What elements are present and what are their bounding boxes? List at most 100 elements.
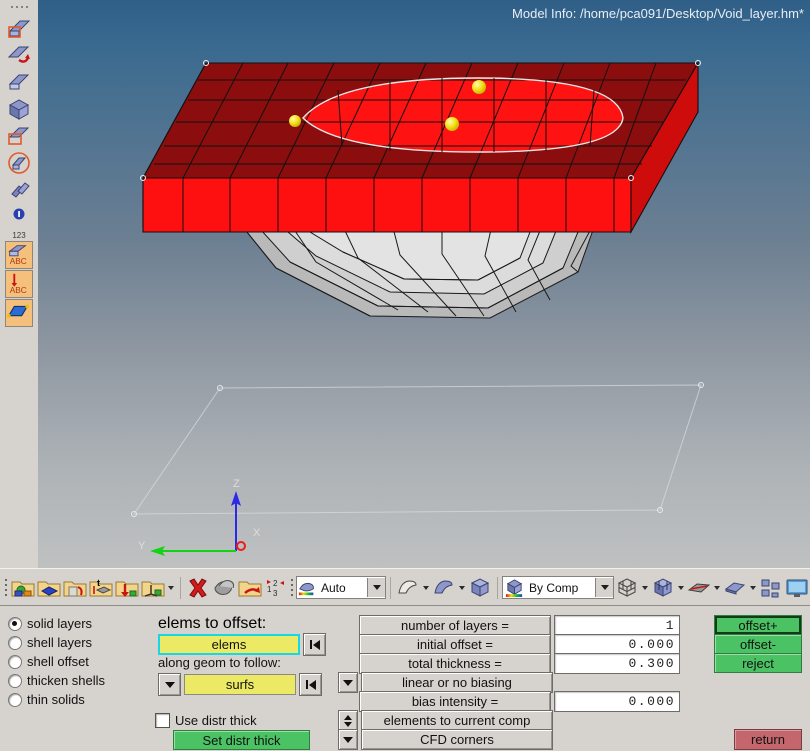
shrink-elements-icon[interactable]: [722, 575, 748, 601]
use-distr-thick-checkbox[interactable]: [155, 713, 170, 728]
radio-solid-layers[interactable]: solid layers: [8, 614, 148, 633]
cfd-corners-dropdown[interactable]: [338, 729, 358, 750]
mesh-abc-icon[interactable]: ABC: [5, 241, 33, 269]
elems-reset-button[interactable]: [303, 633, 326, 656]
shaded-cube-icon[interactable]: [650, 575, 676, 601]
feature-lines-icon[interactable]: [686, 575, 712, 601]
graphics-viewport[interactable]: Model Info: /home/pca091/Desktop/Void_la…: [38, 0, 810, 568]
svg-text:3: 3: [273, 589, 278, 598]
elems-selector[interactable]: elems: [158, 634, 300, 655]
model-3d-view[interactable]: Z Y X: [38, 0, 810, 568]
radio-thicken-shells[interactable]: thicken shells: [8, 671, 148, 690]
dest-comp-stepper[interactable]: [338, 710, 358, 731]
svg-text:t: t: [97, 578, 100, 588]
offset-mode-radiogroup: solid layers shell layers shell offset t…: [8, 614, 148, 709]
component-arrow-icon[interactable]: [114, 575, 140, 601]
svg-text:ABC: ABC: [10, 285, 27, 295]
geom-type-dropdown[interactable]: [158, 673, 181, 696]
offset-minus-button[interactable]: offset-: [714, 634, 802, 654]
radio-thin-solids-label: thin solids: [27, 692, 85, 707]
toolbar-grip-1[interactable]: [4, 576, 8, 600]
visualization-mode-arrow[interactable]: [367, 578, 385, 597]
dest-comp-label[interactable]: elements to current comp: [361, 710, 553, 731]
return-button[interactable]: return: [734, 729, 802, 750]
radio-shell-offset-label: shell offset: [27, 654, 89, 669]
component-icon[interactable]: [10, 575, 36, 601]
radio-thin-solids[interactable]: thin solids: [8, 690, 148, 709]
svg-text:X: X: [253, 527, 261, 539]
surface-icon[interactable]: [5, 299, 33, 327]
geom-reset-button[interactable]: [299, 673, 322, 696]
component-thickness-icon[interactable]: t: [88, 575, 114, 601]
toolbar-separator-3: [497, 576, 498, 599]
bias-mode-dropdown[interactable]: [338, 672, 358, 693]
surface-curved-dropdown[interactable]: [457, 576, 467, 600]
mesh-faces-icon[interactable]: [6, 69, 32, 95]
shaded-cube-dropdown[interactable]: [676, 576, 686, 600]
mesh-solid-icon[interactable]: [6, 96, 32, 122]
top-toolbar: t 2 3 1 Auto By Comp: [0, 568, 810, 606]
cfd-corners-row: CFD corners: [338, 729, 553, 750]
components-icon[interactable]: [758, 575, 784, 601]
geom-selector[interactable]: surfs: [184, 674, 296, 695]
info-number-icon[interactable]: [6, 204, 32, 230]
component-axis-icon[interactable]: [140, 575, 166, 601]
numbers-icon[interactable]: 2 3 1: [263, 575, 289, 601]
elems-selector-row: elems: [158, 633, 326, 656]
set-distr-thick-button[interactable]: Set distr thick: [173, 730, 310, 750]
bias-intensity-input[interactable]: 0.000: [554, 691, 680, 712]
mesh-select-icon[interactable]: [6, 123, 32, 149]
visualization-mode-combo[interactable]: Auto: [296, 576, 386, 599]
bias-mode-label[interactable]: linear or no biasing: [361, 672, 553, 693]
color-mode-arrow[interactable]: [595, 578, 613, 597]
reference-plane-wireframe: [133, 384, 702, 515]
initial-offset-input[interactable]: 0.000: [554, 634, 680, 655]
radio-thin-solids-dot: [8, 692, 22, 707]
use-distr-thick-label: Use distr thick: [175, 713, 257, 728]
shrink-elements-dropdown[interactable]: [748, 576, 758, 600]
svg-text:ABC: ABC: [10, 256, 27, 266]
surface-flat-icon[interactable]: [395, 575, 421, 601]
svg-text:Z: Z: [233, 478, 240, 490]
surface-flat-dropdown[interactable]: [421, 576, 431, 600]
radio-shell-offset-dot: [8, 654, 22, 669]
component-axis-dropdown[interactable]: [166, 576, 176, 600]
color-mode-icon: [503, 578, 525, 597]
offset-plus-button[interactable]: offset+: [714, 615, 802, 635]
feature-lines-dropdown[interactable]: [712, 576, 722, 600]
reject-button[interactable]: reject: [714, 653, 802, 673]
cfd-corners-label[interactable]: CFD corners: [361, 729, 553, 750]
solid-cube-icon[interactable]: [467, 575, 493, 601]
hypermesh-window: Model Info: /home/pca091/Desktop/Void_la…: [0, 0, 810, 751]
use-distr-thick-row[interactable]: Use distr thick: [155, 713, 257, 728]
radio-thicken-shells-dot: [8, 673, 22, 688]
initial-offset-label: initial offset =: [359, 634, 551, 655]
radio-shell-layers[interactable]: shell layers: [8, 633, 148, 652]
wireframe-cube-dropdown[interactable]: [640, 576, 650, 600]
total-thickness-input[interactable]: 0.300: [554, 653, 680, 674]
bias-intensity-label: bias intensity =: [359, 691, 551, 712]
mask-icon[interactable]: [211, 575, 237, 601]
radio-shell-offset[interactable]: shell offset: [8, 652, 148, 671]
wireframe-cube-icon[interactable]: [614, 575, 640, 601]
mesh-link-icon[interactable]: [6, 177, 32, 203]
number-of-layers-input[interactable]: 1: [554, 615, 680, 636]
screen-icon[interactable]: [784, 575, 810, 601]
arrow-abc-icon[interactable]: ABC: [5, 270, 33, 298]
organize-icon[interactable]: [237, 575, 263, 601]
delete-icon[interactable]: [185, 575, 211, 601]
mesh-element-icon[interactable]: [6, 15, 32, 41]
toolbar-grip-2[interactable]: [291, 576, 295, 600]
mesh-edit-icon[interactable]: [6, 42, 32, 68]
radio-solid-layers-label: solid layers: [27, 616, 93, 631]
mesh-circle-icon[interactable]: [6, 150, 32, 176]
svg-text:2: 2: [273, 579, 278, 588]
elems-to-offset-label: elems to offset:: [158, 615, 267, 632]
component-wall-icon[interactable]: [62, 575, 88, 601]
radio-shell-layers-label: shell layers: [27, 635, 93, 650]
surface-curved-icon[interactable]: [431, 575, 457, 601]
component-blue-icon[interactable]: [36, 575, 62, 601]
left-vertical-toolbar: 123 ABC ABC: [0, 0, 38, 568]
color-mode-combo[interactable]: By Comp: [502, 576, 614, 599]
toolbar-grip[interactable]: [0, 0, 38, 14]
